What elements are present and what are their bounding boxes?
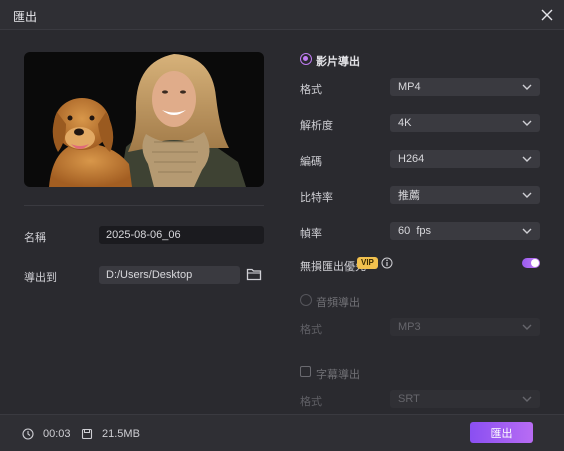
chevron-down-icon	[522, 156, 532, 162]
chevron-down-icon	[522, 120, 532, 126]
chevron-down-icon	[522, 396, 532, 402]
vip-badge: VIP	[357, 257, 378, 269]
name-label: 名稱	[24, 232, 46, 244]
format-label: 格式	[300, 84, 322, 96]
format-select[interactable]: MP4	[390, 78, 540, 96]
chevron-down-icon	[522, 228, 532, 234]
export-button[interactable]: 匯出	[470, 422, 533, 443]
audio-export-radio[interactable]	[300, 294, 312, 306]
format-value: MP4	[398, 81, 421, 93]
subtitle-format-select[interactable]: SRT	[390, 390, 540, 408]
chevron-down-icon	[522, 324, 532, 330]
framerate-select[interactable]: 60 fps	[390, 222, 540, 240]
bitrate-value: 推薦	[398, 190, 420, 202]
video-preview	[24, 52, 264, 187]
name-input[interactable]: 2025-08-06_06	[99, 226, 264, 244]
window-title: 匯出	[13, 10, 38, 24]
resolution-label: 解析度	[300, 120, 333, 132]
framerate-value: 60 fps	[398, 225, 432, 237]
chevron-down-icon	[522, 192, 532, 198]
video-export-radio[interactable]	[300, 53, 312, 65]
close-icon	[541, 9, 553, 21]
encoder-label: 編碼	[300, 156, 322, 168]
file-size-text: 21.5MB	[102, 428, 140, 440]
resolution-value: 4K	[398, 117, 412, 129]
title-bar: 匯出	[0, 0, 564, 30]
audio-format-select[interactable]: MP3	[390, 318, 540, 336]
subtitle-format-value: SRT	[398, 393, 420, 405]
bitrate-label: 比特率	[300, 192, 333, 204]
subtitle-export-checkbox[interactable]	[300, 366, 311, 377]
subtitle-export-label: 字幕導出	[316, 369, 360, 381]
export-path-label: 導出到	[24, 272, 57, 284]
info-icon[interactable]	[381, 257, 393, 269]
clock-icon	[22, 428, 34, 440]
folder-icon[interactable]	[246, 267, 262, 281]
duration-text: 00:03	[43, 428, 71, 440]
preview-image	[49, 54, 246, 187]
video-export-label: 影片導出	[316, 56, 360, 68]
framerate-label: 幀率	[300, 228, 322, 240]
chevron-down-icon	[522, 84, 532, 90]
bitrate-select[interactable]: 推薦	[390, 186, 540, 204]
divider	[24, 205, 264, 206]
encoder-select[interactable]: H264	[390, 150, 540, 168]
disk-icon	[81, 428, 93, 440]
lossless-toggle[interactable]	[522, 258, 540, 268]
close-button[interactable]	[536, 4, 558, 26]
audio-format-value: MP3	[398, 321, 421, 333]
export-path-input[interactable]: D:/Users/Desktop	[99, 266, 240, 284]
subtitle-format-label: 格式	[300, 396, 322, 408]
audio-format-label: 格式	[300, 324, 322, 336]
encoder-value: H264	[398, 153, 425, 165]
audio-export-label: 音頻導出	[316, 297, 360, 309]
resolution-select[interactable]: 4K	[390, 114, 540, 132]
